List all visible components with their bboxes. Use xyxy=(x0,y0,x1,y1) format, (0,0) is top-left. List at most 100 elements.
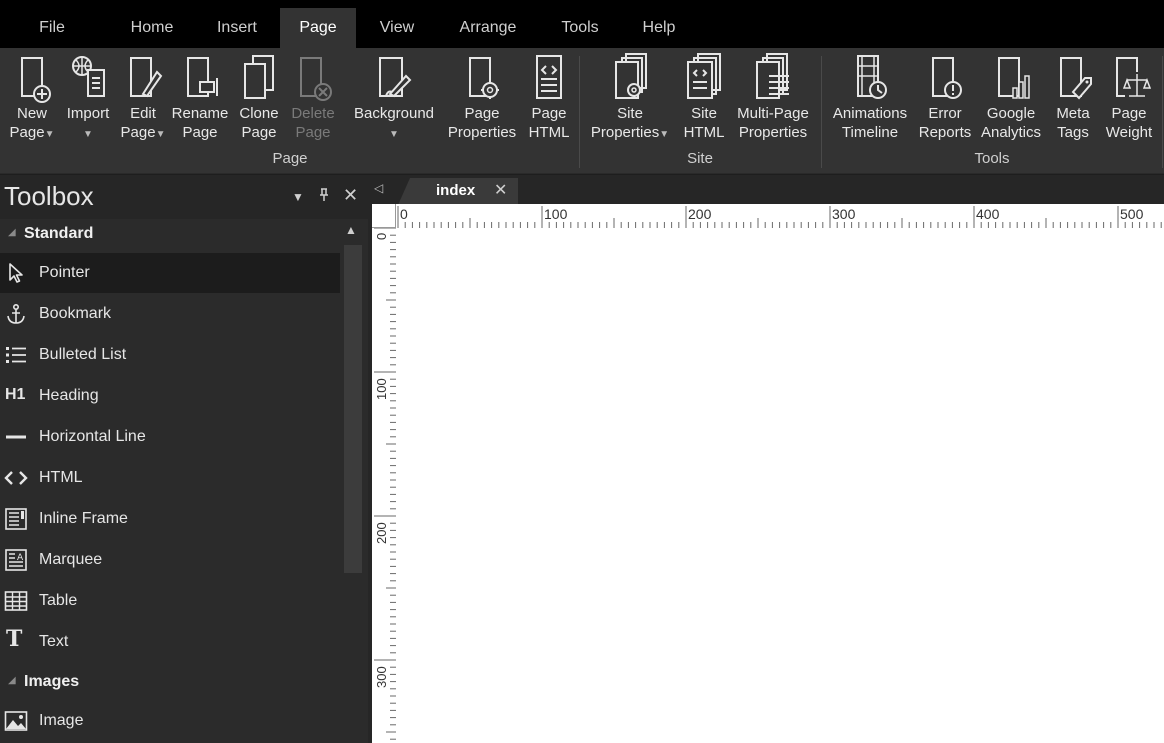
site-properties-button[interactable]: Site Properties▼ xyxy=(582,52,678,152)
toolbox-item-pointer[interactable]: Pointer xyxy=(0,253,340,293)
tab-scroll-left-icon[interactable]: ◁ xyxy=(374,181,383,195)
heading-icon: H1 xyxy=(5,386,26,403)
chevron-down-icon: ▼ xyxy=(155,129,166,140)
document-area: ◁ index ✕ 0 100 200 300 400 500 0 100 200 300 xyxy=(368,175,1164,743)
toolbox-item-text[interactable]: T Text xyxy=(0,622,340,662)
document-tab-label: index xyxy=(436,182,476,199)
background-button[interactable]: Background ▼ xyxy=(346,52,442,152)
google-analytics-icon xyxy=(989,52,1033,104)
ruler-label: 100 xyxy=(544,206,568,222)
menu-bar: File Home Insert Page View Arrange Tools… xyxy=(0,0,1164,48)
animations-timeline-icon xyxy=(848,52,892,104)
error-reports-button[interactable]: Error Reports xyxy=(916,52,974,152)
clone-page-icon xyxy=(237,52,281,104)
menu-tab-file[interactable]: File xyxy=(14,8,90,48)
toolbox-item-horizontal-line[interactable]: Horizontal Line xyxy=(0,417,340,457)
ruler-label: 0 xyxy=(374,233,389,240)
menu-tab-page[interactable]: Page xyxy=(280,8,356,48)
close-icon[interactable]: ✕ xyxy=(343,185,358,206)
svg-text:A: A xyxy=(17,553,24,563)
toolbox-item-image[interactable]: Image xyxy=(0,701,340,741)
toolbox-item-inline-frame[interactable]: Inline Frame xyxy=(0,499,340,539)
ruler-label: 500 xyxy=(1120,206,1144,222)
group-separator xyxy=(821,56,822,168)
ruler-label: 300 xyxy=(832,206,856,222)
ribbon-group-site-label: Site xyxy=(687,150,713,167)
toolbox-item-html[interactable]: HTML xyxy=(0,458,340,498)
toolbox-list: ◢ Standard Pointer Bookmark Bulleted Lis… xyxy=(0,219,340,743)
ruler-label: 200 xyxy=(374,522,389,544)
category-standard[interactable]: ◢ Standard xyxy=(0,221,340,249)
ribbon-group-tools-label: Tools xyxy=(974,150,1010,167)
delete-page-icon xyxy=(291,52,335,104)
page-html-icon xyxy=(527,52,571,104)
close-tab-icon[interactable]: ✕ xyxy=(494,180,507,200)
text-icon: T xyxy=(6,626,23,652)
pointer-icon xyxy=(4,261,28,285)
ruler-label: 300 xyxy=(374,666,389,688)
panel-menu-icon[interactable]: ▼ xyxy=(292,190,304,204)
toolbox-item-bookmark[interactable]: Bookmark xyxy=(0,294,340,334)
new-page-icon xyxy=(10,52,54,104)
page-properties-icon xyxy=(460,52,504,104)
page-properties-button[interactable]: Page Properties xyxy=(442,52,522,152)
page-weight-button[interactable]: Page Weight xyxy=(1098,52,1160,152)
bulleted-list-icon xyxy=(4,343,28,367)
error-reports-icon xyxy=(923,52,967,104)
meta-tags-icon xyxy=(1051,52,1095,104)
toolbox-panel: Toolbox ▼ ✕ ◢ Standard Pointer Bookmark … xyxy=(0,175,368,743)
toolbox-item-heading[interactable]: H1 Heading xyxy=(0,376,340,416)
chevron-down-icon: ▼ xyxy=(389,129,399,140)
inline-frame-icon xyxy=(4,507,28,531)
menu-tab-view[interactable]: View xyxy=(362,8,432,48)
multi-page-properties-icon xyxy=(751,52,795,104)
horizontal-line-icon xyxy=(4,425,28,449)
edit-page-icon xyxy=(121,52,165,104)
rename-page-button[interactable]: Rename Page xyxy=(170,52,230,152)
scales-icon xyxy=(1107,52,1152,104)
menu-tab-tools[interactable]: Tools xyxy=(548,8,612,48)
new-page-button[interactable]: New Page▼ xyxy=(4,52,60,152)
group-separator xyxy=(579,56,580,168)
collapse-triangle-icon: ◢ xyxy=(8,227,16,238)
multi-page-properties-button[interactable]: Multi-Page Properties xyxy=(730,52,816,152)
image-icon xyxy=(4,709,28,733)
ribbon: New Page▼ Import ▼ Edit Page▼ Rename Pag… xyxy=(0,48,1164,174)
group-separator xyxy=(1162,56,1163,168)
ruler-label: 400 xyxy=(976,206,1000,222)
ruler-label: 0 xyxy=(400,206,408,222)
background-icon xyxy=(372,52,416,104)
page-html-button[interactable]: Page HTML xyxy=(522,52,576,152)
chevron-down-icon: ▼ xyxy=(44,129,55,140)
clone-page-button[interactable]: Clone Page xyxy=(232,52,286,152)
ruler-label: 200 xyxy=(688,206,712,222)
animations-timeline-button[interactable]: Animations Timeline xyxy=(824,52,916,152)
menu-tab-home[interactable]: Home xyxy=(112,8,192,48)
toolbox-item-table[interactable]: Table xyxy=(0,581,340,621)
pin-icon[interactable] xyxy=(318,187,330,208)
menu-tab-arrange[interactable]: Arrange xyxy=(446,8,530,48)
scroll-up-icon[interactable]: ▲ xyxy=(345,223,357,237)
table-icon xyxy=(4,589,28,613)
toolbox-scrollbar[interactable]: ▲ xyxy=(340,219,368,743)
delete-page-button[interactable]: Delete Page xyxy=(286,52,340,152)
chevron-down-icon: ▼ xyxy=(83,129,93,140)
menu-tab-help[interactable]: Help xyxy=(628,8,690,48)
ruler-corner xyxy=(372,204,396,228)
edit-page-button[interactable]: Edit Page▼ xyxy=(116,52,170,152)
import-button[interactable]: Import ▼ xyxy=(60,52,116,152)
collapse-triangle-icon: ◢ xyxy=(8,675,16,686)
vertical-ruler: 0 100 200 300 xyxy=(372,228,396,743)
page-canvas[interactable] xyxy=(396,228,1164,743)
scrollbar-thumb[interactable] xyxy=(344,245,362,573)
site-html-button[interactable]: Site HTML xyxy=(678,52,730,152)
marquee-icon: A xyxy=(4,548,28,572)
category-images[interactable]: ◢ Images xyxy=(0,669,340,697)
import-icon xyxy=(66,52,110,104)
toolbox-item-marquee[interactable]: A Marquee xyxy=(0,540,340,580)
menu-tab-insert[interactable]: Insert xyxy=(199,8,275,48)
toolbox-item-bulleted-list[interactable]: Bulleted List xyxy=(0,335,340,375)
meta-tags-button[interactable]: Meta Tags xyxy=(1048,52,1098,152)
toolbox-header: Toolbox ▼ ✕ xyxy=(0,175,368,219)
google-analytics-button[interactable]: Google Analytics xyxy=(974,52,1048,152)
